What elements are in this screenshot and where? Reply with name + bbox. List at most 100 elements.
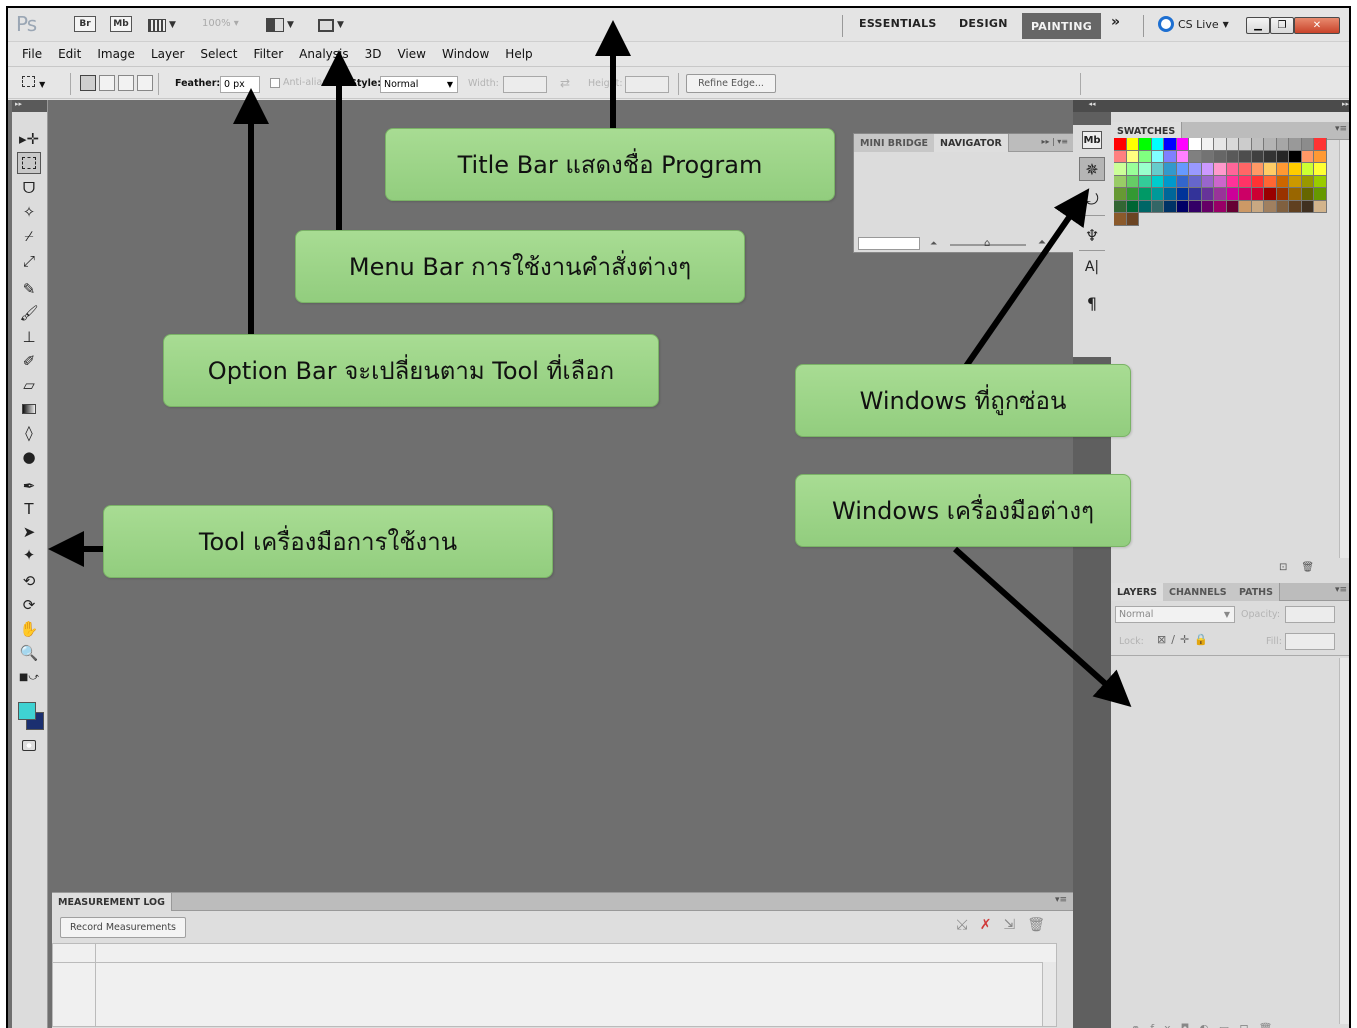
tab-paths[interactable]: PATHS (1233, 583, 1280, 601)
panels-collapse-toggle[interactable]: ▸▸ (1111, 100, 1349, 112)
color-swatch[interactable] (1226, 150, 1239, 163)
color-swatch[interactable] (1301, 138, 1314, 151)
color-swatch[interactable] (1201, 150, 1214, 163)
menu-select[interactable]: Select (192, 47, 245, 61)
opacity-input[interactable] (1285, 606, 1335, 623)
link-icon[interactable]: ⚭ (1131, 1022, 1150, 1028)
zoom-tool-icon[interactable]: 🔍 (17, 642, 41, 664)
color-swatch[interactable] (1164, 175, 1177, 188)
panel-menu-icon[interactable]: ▸▸ | ▾≡ (1041, 137, 1068, 146)
eyedropper-tool-icon[interactable]: ⤢ (17, 250, 41, 272)
color-swatch[interactable] (1114, 138, 1127, 151)
new-selection-icon[interactable] (80, 75, 96, 91)
color-swatch[interactable] (1114, 150, 1127, 163)
color-swatch[interactable] (1314, 175, 1327, 188)
zoom-in-icon[interactable]: ⏶ (1038, 237, 1046, 248)
workspace-essentials[interactable]: ESSENTIALS (859, 17, 937, 30)
swatches-scrollbar[interactable] (1339, 140, 1349, 558)
color-swatch[interactable] (1314, 188, 1327, 201)
color-swatch[interactable] (1151, 175, 1164, 188)
color-swatch[interactable] (1289, 163, 1302, 176)
tab-navigator[interactable]: NAVIGATOR (934, 134, 1009, 152)
color-swatch[interactable] (1189, 150, 1202, 163)
color-swatch[interactable] (1276, 188, 1289, 201)
new-layer-icon[interactable]: ⊡ (1239, 1022, 1258, 1028)
slider-thumb-icon[interactable]: ⌂ (984, 238, 990, 249)
bridge-button[interactable]: Br (74, 16, 96, 32)
3d-orbit-tool-icon[interactable]: ⟳ (17, 594, 41, 616)
trash-icon[interactable]: 🗑 (1027, 917, 1057, 933)
menu-layer[interactable]: Layer (143, 47, 192, 61)
mini-bridge-button[interactable]: Mb (110, 16, 132, 32)
color-swatch[interactable] (1114, 200, 1127, 213)
color-swatch[interactable] (1314, 200, 1327, 213)
trash-icon[interactable]: 🗑 (1301, 562, 1328, 573)
color-swatch[interactable] (1139, 150, 1152, 163)
color-swatch[interactable] (1314, 138, 1327, 151)
color-swatch[interactable] (1301, 150, 1314, 163)
lock-all-icon[interactable]: 🔒 (1194, 633, 1213, 646)
move-tool-icon[interactable]: ▸✛ (17, 128, 41, 150)
character-icon[interactable]: A| (1079, 255, 1105, 279)
eraser-tool-icon[interactable]: ▱ (17, 374, 41, 396)
delete-red-x-icon[interactable]: ✗ (980, 917, 1004, 933)
menu-analysis[interactable]: Analysis (291, 47, 356, 61)
pen-tool-icon[interactable]: ✒ (17, 475, 41, 497)
intersect-selection-icon[interactable] (137, 75, 153, 91)
custom-shape-tool-icon[interactable]: ✦ (17, 544, 41, 566)
subtract-selection-icon[interactable] (118, 75, 134, 91)
export-icon[interactable]: ⇲ (1003, 917, 1027, 933)
foreground-color-swatch[interactable] (18, 702, 36, 720)
panel-menu-icon[interactable]: ▾≡ (1055, 895, 1067, 905)
color-swatch[interactable] (1164, 200, 1177, 213)
select-all-icon[interactable]: ⤩ (957, 917, 980, 933)
add-selection-icon[interactable] (99, 75, 115, 91)
color-swatch[interactable] (1201, 175, 1214, 188)
color-swatch[interactable] (1276, 175, 1289, 188)
tab-layers[interactable]: LAYERS (1111, 583, 1165, 601)
quick-mask-icon[interactable] (17, 734, 41, 756)
color-swatch[interactable] (1314, 150, 1327, 163)
color-swatch[interactable] (1276, 150, 1289, 163)
color-swatch[interactable] (1164, 138, 1177, 151)
color-swatch[interactable] (1151, 163, 1164, 176)
type-tool-icon[interactable]: T (17, 498, 41, 520)
color-swatch[interactable] (1239, 163, 1252, 176)
color-swatch[interactable] (1189, 188, 1202, 201)
color-swatch[interactable] (1251, 150, 1264, 163)
color-swatch[interactable] (1289, 200, 1302, 213)
refine-edge-button[interactable]: Refine Edge... (686, 74, 776, 93)
color-swatch[interactable] (1151, 138, 1164, 151)
color-swatch[interactable] (1314, 163, 1327, 176)
color-swatch[interactable] (1251, 175, 1264, 188)
color-swatch[interactable] (1239, 150, 1252, 163)
swap-colors-icon[interactable]: ■⤻ (17, 666, 41, 688)
tab-measurement-log[interactable]: MEASUREMENT LOG (52, 893, 172, 911)
width-input[interactable] (503, 76, 547, 93)
color-swatch[interactable] (1264, 175, 1277, 188)
tools-panel-header[interactable]: ▸▸ (12, 100, 47, 112)
zoom-out-icon[interactable]: ⏶ (930, 239, 937, 249)
color-swatch[interactable] (1276, 200, 1289, 213)
color-swatch[interactable] (1289, 175, 1302, 188)
rectangular-marquee-tool-icon[interactable] (17, 152, 41, 174)
mini-bridge-icon[interactable]: Mb (1082, 131, 1102, 149)
panel-menu-icon[interactable]: ▾≡ (1335, 124, 1347, 134)
color-swatch[interactable] (1189, 175, 1202, 188)
color-swatch[interactable] (1226, 163, 1239, 176)
tab-channels[interactable]: CHANNELS (1163, 583, 1234, 601)
color-swatch[interactable] (1226, 175, 1239, 188)
color-swatch[interactable] (1264, 188, 1277, 201)
navigator-zoom-field[interactable] (858, 237, 920, 250)
style-select[interactable]: Normal ▼ (380, 76, 458, 93)
color-swatch[interactable] (1114, 175, 1127, 188)
new-swatch-icon[interactable]: ⊡ (1279, 562, 1301, 573)
color-swatch[interactable] (1239, 175, 1252, 188)
color-swatch[interactable] (1276, 163, 1289, 176)
color-swatch[interactable] (1126, 163, 1139, 176)
blur-tool-icon[interactable]: ◊ (17, 422, 41, 444)
color-swatch[interactable] (1164, 188, 1177, 201)
color-swatch[interactable] (1164, 150, 1177, 163)
mask-icon[interactable]: ◘ (1181, 1022, 1200, 1028)
color-swatch[interactable] (1201, 200, 1214, 213)
